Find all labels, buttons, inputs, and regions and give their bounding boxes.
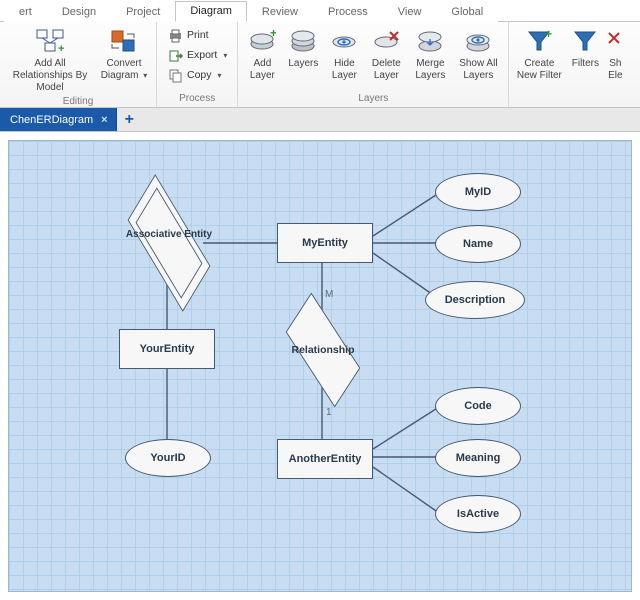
export-icon [167,47,183,63]
attr-name[interactable]: Name [435,225,521,263]
add-all-relationships-button[interactable]: + Add All Relationships By Model [4,24,96,94]
hide-layer-icon [328,26,360,56]
shape-label: MyEntity [302,237,348,249]
button-label: Show All Layers [454,58,502,82]
layers-button[interactable]: Layers [282,24,324,82]
relationship-shape[interactable]: Relationship [279,327,367,373]
create-new-filter-button[interactable]: + Create New Filter [513,24,565,82]
attr-yourid[interactable]: YourID [125,439,211,477]
attr-meaning[interactable]: Meaning [435,439,521,477]
diagram-canvas-wrap: Associative Entity MyEntity YourEntity A… [0,132,640,600]
shape-label: Associative Entity [123,229,215,241]
add-layer-icon: + [246,26,278,56]
copy-icon [167,67,183,83]
button-label: Add All Relationships By Model [6,58,94,94]
ribbon: + Add All Relationships By Model Convert… [0,22,640,108]
ribbon-group-editing: + Add All Relationships By Model Convert… [0,22,157,107]
entity-myentity[interactable]: MyEntity [277,223,373,263]
shape-label: IsActive [457,508,499,520]
add-tab-button[interactable]: + [117,108,142,131]
show-all-layers-button[interactable]: Show All Layers [452,24,504,82]
shape-label: AnotherEntity [289,453,362,465]
shape-label: MyID [465,186,491,198]
layers-icon [287,26,319,56]
merge-layers-button[interactable]: Merge Layers [408,24,452,82]
tab-diagram[interactable]: Diagram [175,1,247,22]
attr-myid[interactable]: MyID [435,173,521,211]
cardinality-1: 1 [326,407,332,418]
shape-label: YourID [150,452,185,464]
group-label: Process [161,91,233,107]
tab-process[interactable]: Process [313,2,383,22]
entity-anotherentity[interactable]: AnotherEntity [277,439,373,479]
group-label: Layers [242,91,504,107]
merge-layers-icon [414,26,446,56]
diagram-canvas[interactable]: Associative Entity MyEntity YourEntity A… [8,140,632,592]
document-tab-active[interactable]: ChenERDiagram × [0,108,117,131]
copy-button[interactable]: Copy ▾ [165,66,229,84]
filter-icon [569,26,601,56]
show-elements-button[interactable]: Sh Ele [605,24,625,82]
main-tabs: ert Design Project Diagram Review Proces… [0,0,640,22]
delete-layer-icon [370,26,402,56]
tab-review[interactable]: Review [247,2,313,22]
export-button[interactable]: Export ▾ [165,46,229,64]
shape-label: Relationship [279,327,367,373]
tab-global[interactable]: Global [436,2,498,22]
button-label: Copy [187,69,212,81]
button-label: Convert Diagram ▾ [98,58,150,82]
ribbon-group-process: Print Export ▾ Copy ▾ Process [157,22,238,107]
caret-icon: ▾ [223,51,227,60]
button-label: Hide Layer [326,58,362,82]
add-layer-button[interactable]: + Add Layer [242,24,282,82]
attr-description[interactable]: Description [425,281,525,319]
attr-code[interactable]: Code [435,387,521,425]
button-label: Sh Ele [607,58,623,82]
caret-icon: ▾ [218,71,222,80]
hide-layer-button[interactable]: Hide Layer [324,24,364,82]
button-label: Delete Layer [366,58,406,82]
print-button[interactable]: Print [165,26,229,44]
convert-icon [108,26,140,56]
document-title: ChenERDiagram [10,114,93,126]
cardinality-m: M [325,289,333,300]
button-label: Add Layer [244,58,280,82]
entity-yourentity[interactable]: YourEntity [119,329,215,369]
relationships-icon: + [34,26,66,56]
filter-add-icon: + [523,26,555,56]
shape-label: Code [464,400,492,412]
svg-text:+: + [545,28,552,41]
show-elements-icon [599,26,631,56]
button-label: Print [187,29,209,41]
delete-layer-button[interactable]: Delete Layer [364,24,408,82]
print-icon [167,27,183,43]
button-label: Layers [288,58,318,82]
caret-icon: ▾ [143,71,147,80]
button-label: Filters [572,58,599,82]
shape-label: Name [463,238,493,250]
document-tab-strip: ChenERDiagram × + [0,108,640,132]
plus-icon: + [125,111,134,129]
ribbon-group-filters: + Create New Filter Filters Sh Ele [509,22,629,107]
tab-project[interactable]: Project [111,2,175,22]
group-label [513,102,625,107]
shape-label: Meaning [456,452,501,464]
svg-text:+: + [58,43,64,54]
associative-entity-shape[interactable]: Associative Entity [117,217,221,269]
tab-design[interactable]: Design [47,2,111,22]
button-label: Create New Filter [515,58,563,82]
show-all-layers-icon [462,26,494,56]
tab-view[interactable]: View [383,2,437,22]
svg-text:+: + [270,28,276,40]
button-label: Export [187,49,217,61]
shape-label: YourEntity [140,343,195,355]
ribbon-group-layers: + Add Layer Layers Hide Layer Delete Lay… [238,22,509,107]
shape-label: Description [445,294,506,306]
tab-ert[interactable]: ert [4,2,47,22]
attr-isactive[interactable]: IsActive [435,495,521,533]
close-icon[interactable]: × [101,114,107,126]
button-label: Merge Layers [410,58,450,82]
convert-diagram-button[interactable]: Convert Diagram ▾ [96,24,152,82]
